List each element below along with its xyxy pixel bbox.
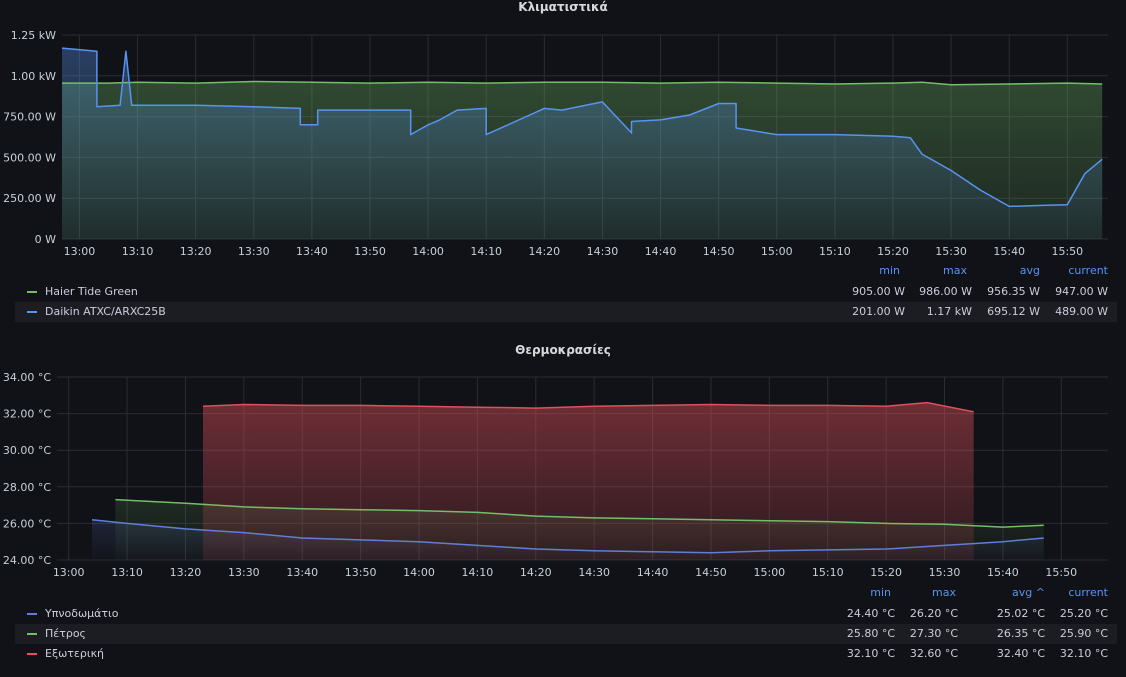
legend-max: 1.17 kW: [926, 305, 972, 318]
legend-header-avg[interactable]: avg ^: [975, 586, 1045, 599]
legend-series-name[interactable]: Εξωτερική: [45, 644, 104, 664]
legend-row-petros[interactable]: Πέτρος 25.80 °C 27.30 °C 26.35 °C 25.90 …: [15, 624, 1117, 644]
x-tick-label: 13:30: [228, 566, 260, 579]
temperature-panel: Θερμοκρασίες 34.00 °C 32.00 °C 30.00 °C 28.…: [0, 340, 1126, 677]
series-color-swatch: [27, 633, 37, 635]
x-tick-label: 15:50: [1051, 245, 1083, 258]
x-tick-label: 15:20: [877, 245, 909, 258]
legend-series-name[interactable]: Daikin ATXC/ARXC25B: [45, 302, 166, 322]
legend-header-max[interactable]: max: [886, 586, 956, 599]
y-tick-label: 32.00 °C: [3, 408, 51, 421]
legend-current: 25.20 °C: [1059, 607, 1108, 620]
series-color-swatch: [27, 291, 37, 293]
power-legend: min max avg current Haier Tide Green 905…: [15, 264, 1117, 322]
temperature-chart[interactable]: 34.00 °C 32.00 °C 30.00 °C 28.00 °C 26.00 °C…: [0, 340, 1126, 585]
x-tick-label: 15:30: [935, 245, 967, 258]
x-tick-label: 15:10: [812, 566, 844, 579]
x-tick-label: 14:10: [462, 566, 494, 579]
x-tick-label: 13:00: [64, 245, 96, 258]
legend-series-name[interactable]: Haier Tide Green: [45, 282, 138, 302]
x-tick-label: 15:40: [987, 566, 1019, 579]
series-color-swatch: [27, 653, 37, 655]
x-tick-label: 15:20: [870, 566, 902, 579]
x-tick-label: 14:30: [578, 566, 610, 579]
legend-header-current[interactable]: current: [1038, 264, 1108, 277]
x-tick-label: 14:20: [528, 245, 560, 258]
x-tick-label: 14:00: [403, 566, 435, 579]
y-tick-label: 30.00 °C: [3, 444, 51, 457]
legend-series-name[interactable]: Πέτρος: [45, 624, 86, 644]
x-tick-label: 15:50: [1045, 566, 1077, 579]
y-tick-label: 34.00 °C: [3, 371, 51, 384]
power-chart[interactable]: 1.25 kW 1.00 kW 750.00 W 500.00 W 250.00 W 0 …: [0, 0, 1126, 265]
x-tick-label: 13:10: [122, 245, 154, 258]
legend-row-daikin[interactable]: Daikin ATXC/ARXC25B 201.00 W 1.17 kW 695…: [15, 302, 1117, 322]
x-tick-label: 13:20: [170, 566, 202, 579]
legend-min: 905.00 W: [852, 285, 905, 298]
y-tick-label: 250.00 W: [3, 192, 56, 205]
y-tick-label: 1.00 kW: [11, 70, 56, 83]
x-tick-label: 13:20: [180, 245, 212, 258]
legend-max: 27.30 °C: [909, 627, 958, 640]
x-tick-label: 13:40: [286, 566, 318, 579]
x-tick-label: 13:10: [111, 566, 143, 579]
series-color-swatch: [27, 613, 37, 615]
x-tick-label: 14:20: [520, 566, 552, 579]
legend-current: 32.10 °C: [1059, 647, 1108, 660]
legend-current: 947.00 W: [1055, 285, 1108, 298]
x-tick-label: 13:00: [53, 566, 85, 579]
y-tick-label: 0 W: [35, 233, 56, 246]
legend-header-current[interactable]: current: [1038, 586, 1108, 599]
series-area: [203, 402, 974, 560]
x-tick-label: 13:50: [345, 566, 377, 579]
x-tick-label: 14:10: [470, 245, 502, 258]
x-tick-label: 15:10: [819, 245, 851, 258]
y-tick-label: 24.00 °C: [3, 554, 51, 567]
y-tick-label: 750.00 W: [3, 111, 56, 124]
legend-avg: 695.12 W: [987, 305, 1040, 318]
x-tick-label: 13:40: [296, 245, 328, 258]
legend-row-outdoor[interactable]: Εξωτερική 32.10 °C 32.60 °C 32.40 °C 32.…: [15, 644, 1117, 664]
x-tick-label: 14:50: [695, 566, 727, 579]
x-tick-label: 15:00: [753, 566, 785, 579]
x-tick-label: 14:00: [412, 245, 444, 258]
legend-max: 32.60 °C: [909, 647, 958, 660]
legend-header-min[interactable]: min: [821, 586, 891, 599]
legend-series-name[interactable]: Υπνοδωμάτιο: [45, 604, 118, 624]
series-color-swatch: [27, 311, 37, 313]
legend-header-min[interactable]: min: [830, 264, 900, 277]
y-tick-label: 1.25 kW: [11, 29, 56, 42]
legend-current: 489.00 W: [1055, 305, 1108, 318]
y-tick-label: 500.00 W: [3, 151, 56, 164]
legend-row-haier[interactable]: Haier Tide Green 905.00 W 986.00 W 956.3…: [15, 282, 1117, 302]
x-tick-label: 14:40: [645, 245, 677, 258]
x-tick-label: 14:40: [637, 566, 669, 579]
legend-header-max[interactable]: max: [897, 264, 967, 277]
legend-header-avg[interactable]: avg: [970, 264, 1040, 277]
x-tick-label: 15:00: [761, 245, 793, 258]
x-tick-label: 14:50: [703, 245, 735, 258]
legend-current: 25.90 °C: [1059, 627, 1108, 640]
legend-max: 26.20 °C: [909, 607, 958, 620]
x-tick-label: 13:30: [238, 245, 270, 258]
y-tick-label: 26.00 °C: [3, 517, 51, 530]
legend-min: 201.00 W: [852, 305, 905, 318]
y-tick-label: 28.00 °C: [3, 481, 51, 494]
x-tick-label: 14:30: [587, 245, 619, 258]
x-tick-label: 13:50: [354, 245, 386, 258]
legend-row-bedroom[interactable]: Υπνοδωμάτιο 24.40 °C 26.20 °C 25.02 °C 2…: [15, 604, 1117, 624]
x-tick-label: 15:30: [929, 566, 961, 579]
legend-max: 986.00 W: [919, 285, 972, 298]
temperature-legend: min max avg ^ current Υπνοδωμάτιο 24.40 …: [15, 586, 1117, 664]
power-panel: Κλιματιστικά 1.25 kW 1.00 kW 750.00 W 500.0…: [0, 0, 1126, 335]
x-tick-label: 15:40: [993, 245, 1025, 258]
legend-avg: 956.35 W: [987, 285, 1040, 298]
